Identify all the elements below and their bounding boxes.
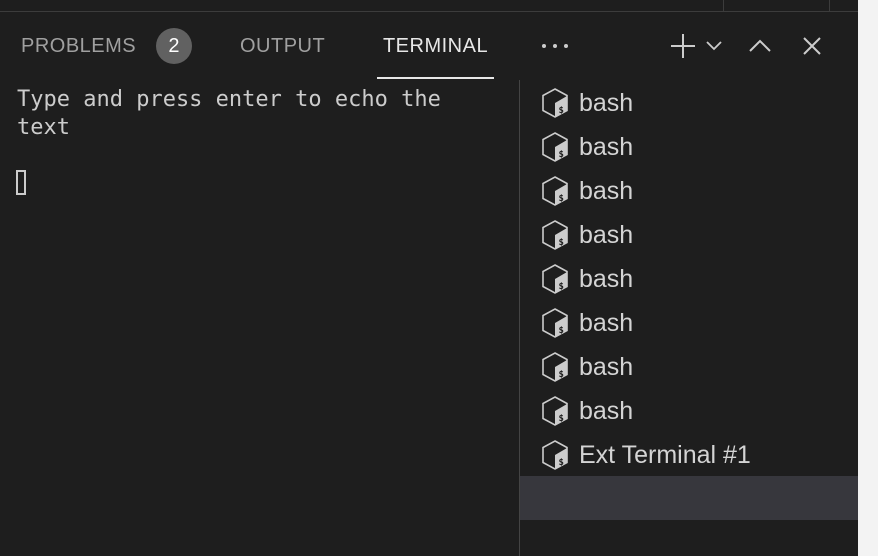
terminal-bash-icon: $ [542,264,568,294]
terminal-view[interactable]: Type and press enter to echo the text [0,80,519,556]
terminal-bash-icon: $ [542,352,568,382]
terminal-tab-label: bash [579,265,634,293]
terminal-tab-label: bash [579,397,634,425]
terminal-cursor [16,170,26,195]
terminal-tab-item[interactable]: $ bash [520,300,858,344]
terminal-tab-item[interactable]: $ bash [520,388,858,432]
terminal-tab-label: bash [579,89,634,117]
terminal-tab-label: bash [579,353,634,381]
more-actions-button[interactable] [539,12,571,80]
terminal-bash-icon: $ [542,176,568,206]
new-terminal-button[interactable] [666,12,700,80]
terminal-tab-label: bash [579,177,634,205]
editor-split-divider [723,0,724,11]
terminal-tab-item[interactable]: $ bash [520,168,858,212]
terminal-tab-item[interactable]: $ Ext Terminal #1 [520,432,858,476]
chevron-up-icon [749,39,771,52]
terminal-output-text: Type and press enter to echo the text [17,87,455,140]
svg-text:$: $ [559,106,564,116]
svg-text:$: $ [559,326,564,336]
problems-count-badge: 2 [156,28,193,64]
tab-problems[interactable]: PROBLEMS 2 [21,12,193,80]
editor-split-divider [829,0,830,11]
terminal-bash-icon: $ [542,396,568,426]
svg-text:$: $ [559,370,564,380]
terminal-tab-item[interactable]: $ bash [520,124,858,168]
tab-terminal-label: TERMINAL [382,34,489,57]
terminal-bash-icon: $ [542,308,568,338]
svg-text:$: $ [559,194,564,204]
terminal-bash-icon: $ [542,220,568,250]
svg-text:$: $ [559,458,564,468]
plus-icon [671,34,695,58]
terminal-panel: PROBLEMS 2 OUTPUT TERMINAL Type and pres… [0,0,858,556]
chevron-down-icon [706,41,722,51]
terminal-tab-item[interactable]: $ bash [520,256,858,300]
terminal-tab-item[interactable]: $ bash [520,80,858,124]
close-icon [803,37,821,55]
terminal-list-empty-area[interactable] [520,476,858,520]
ellipsis-icon [542,44,568,48]
tab-problems-label: PROBLEMS [21,34,137,57]
terminal-bash-icon: $ [542,88,568,118]
svg-text:$: $ [559,150,564,160]
svg-text:$: $ [559,238,564,248]
tab-output-label: OUTPUT [240,34,326,57]
svg-text:$: $ [559,282,564,292]
terminal-tab-label: bash [579,309,634,337]
close-panel-button[interactable] [796,12,828,80]
terminal-bash-icon: $ [542,440,568,470]
terminal-tab-item[interactable]: $ bash [520,344,858,388]
tab-terminal[interactable]: TERMINAL [377,12,494,80]
terminal-bash-icon: $ [542,132,568,162]
terminal-tab-item[interactable]: $ bash [520,212,858,256]
terminal-tab-label: bash [579,133,634,161]
terminal-tab-label: bash [579,221,634,249]
window-edge [858,0,878,556]
svg-text:$: $ [559,414,564,424]
panel-tab-bar: PROBLEMS 2 OUTPUT TERMINAL [0,12,858,80]
editor-top-strip [0,0,858,12]
terminal-tabs-list: $ bash $ bash $ bash $ bash $ bash $ bas… [520,80,858,556]
terminal-tab-label: Ext Terminal #1 [579,441,751,469]
tab-output[interactable]: OUTPUT [240,12,325,80]
maximize-panel-button[interactable] [744,12,776,80]
launch-profile-button[interactable] [703,12,725,80]
